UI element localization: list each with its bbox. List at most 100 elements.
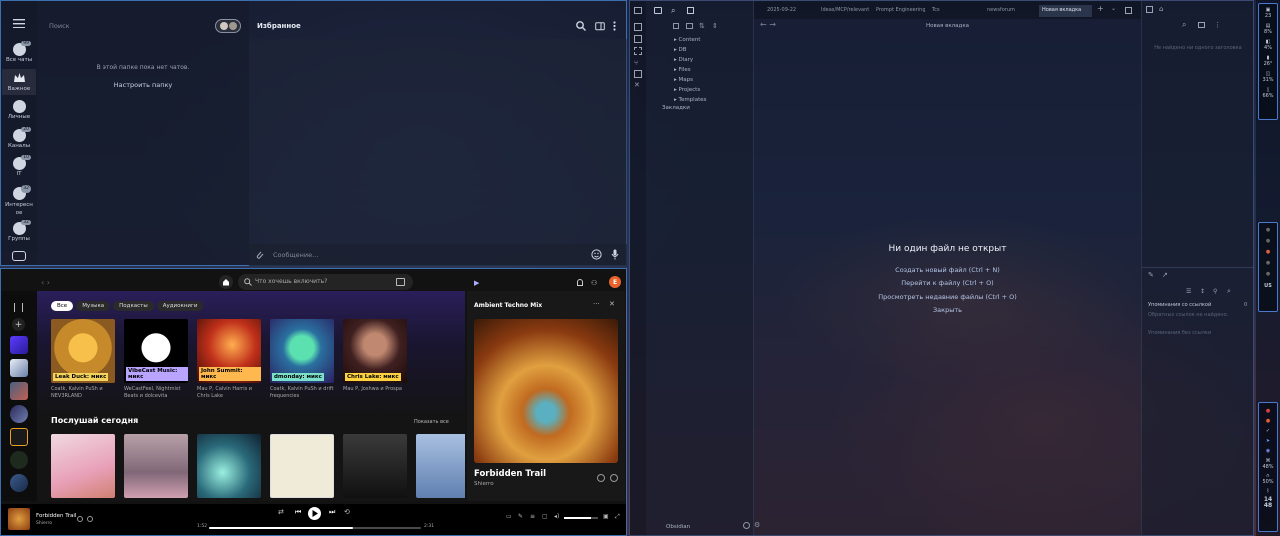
workspace-dot[interactable]: ●	[1259, 271, 1277, 277]
emoji-icon[interactable]	[591, 249, 602, 260]
mix-card[interactable]: Leak Duck: микс	[51, 319, 115, 383]
track-artist[interactable]: Shierro	[474, 481, 494, 487]
device-icon[interactable]: ▢	[542, 513, 548, 520]
folder-channels[interactable]: 20 Каналы	[2, 127, 36, 149]
bookmarks-section[interactable]: Закладки	[662, 105, 690, 111]
tag-icon[interactable]: ⌂	[1159, 5, 1163, 13]
chip-all[interactable]: Все	[51, 301, 74, 311]
folder-interesting[interactable]: 32 Интересн ое	[2, 185, 36, 217]
tab[interactable]: Prompt Engineering	[873, 5, 925, 17]
tree-folder[interactable]: ▸ Templates	[674, 97, 706, 103]
folder-important[interactable]: Важное	[2, 69, 36, 95]
story-avatars[interactable]	[215, 19, 241, 33]
browse-icon[interactable]	[396, 278, 405, 286]
archive-icon[interactable]	[12, 251, 26, 261]
list-icon[interactable]: ☰	[1186, 288, 1191, 295]
remove-icon[interactable]	[597, 474, 605, 482]
workspace-dot[interactable]: ●	[1259, 238, 1277, 244]
workspace-dot[interactable]: ●	[1259, 260, 1277, 266]
album-card[interactable]	[51, 434, 115, 498]
mini-track-artist[interactable]: Shierro	[36, 521, 52, 526]
volume-slider[interactable]	[564, 517, 598, 519]
outline-icon[interactable]	[1146, 6, 1153, 13]
filter-icon[interactable]: ⚲	[1213, 288, 1217, 295]
sort-icon[interactable]: ⇅	[699, 22, 705, 30]
mix-card[interactable]: Chris Lake: микс	[343, 319, 407, 383]
playlist-thumb[interactable]	[10, 382, 28, 400]
backlinks-tab-icon[interactable]: ✎	[1148, 271, 1154, 279]
folder-it[interactable]: 10 IT	[2, 155, 36, 177]
tools-icon[interactable]: ✕	[634, 81, 640, 89]
lyrics-icon[interactable]: ✎	[518, 513, 523, 520]
album-card[interactable]	[270, 434, 334, 498]
artist-thumb[interactable]	[10, 405, 28, 423]
tab-active[interactable]: Новая вкладка	[1039, 5, 1092, 17]
more-vertical-icon[interactable]: ⋮	[1214, 21, 1221, 29]
mix-card[interactable]: John Summit: микс	[197, 319, 261, 383]
bluetooth-icon[interactable]: ᛒ	[1259, 488, 1277, 494]
help-icon[interactable]	[743, 522, 750, 529]
chip-music[interactable]: Музыка	[76, 301, 111, 311]
progress-track[interactable]	[209, 527, 421, 529]
folder-all-chats[interactable]: 99 Все чаты	[2, 41, 36, 63]
artist-thumb[interactable]	[10, 451, 28, 469]
miniplayer-icon[interactable]: ▣	[603, 513, 609, 520]
playlist-thumb[interactable]	[10, 336, 28, 354]
previous-icon[interactable]: ⏮	[295, 508, 301, 517]
play-button[interactable]	[308, 507, 321, 520]
tab[interactable]: 2025-09-22	[764, 5, 814, 17]
vault-name[interactable]: Obsidian	[666, 524, 690, 530]
queue-icon[interactable]: ≡	[530, 513, 535, 520]
remove-icon[interactable]	[77, 516, 83, 522]
album-card[interactable]	[343, 434, 407, 498]
now-playing-view-icon[interactable]: ▭	[506, 513, 512, 520]
telegram-tray-icon[interactable]: ➤	[1259, 438, 1277, 444]
tab[interactable]: Ideas/MCP/relevant	[818, 5, 870, 17]
new-folder-icon[interactable]	[686, 23, 693, 29]
search-icon[interactable]: ⌕	[1182, 20, 1186, 30]
mix-card[interactable]: dmonday: микс	[270, 319, 334, 383]
chip-audiobooks[interactable]: Аудиокниги	[156, 301, 204, 311]
tab[interactable]: Tcs	[929, 5, 981, 17]
playlist-thumb[interactable]	[10, 428, 28, 446]
folder-groups[interactable]: 32 Группы	[2, 220, 36, 242]
home-icon[interactable]	[219, 275, 233, 289]
album-card[interactable]	[416, 434, 465, 498]
folder-icon[interactable]	[654, 7, 662, 14]
mini-track-title[interactable]: Forbidden Trail	[36, 513, 76, 519]
right-sidebar-toggle-icon[interactable]	[1125, 7, 1132, 14]
outgoing-links-icon[interactable]: ↗	[1162, 271, 1168, 279]
show-all-link[interactable]: Показать все	[414, 419, 449, 425]
menu-icon[interactable]	[13, 19, 25, 28]
volume-value[interactable]: 50%	[1259, 479, 1277, 485]
tab-list-icon[interactable]: ⌄	[1111, 5, 1116, 12]
new-note-icon[interactable]	[673, 23, 679, 29]
tab[interactable]: newsforum	[984, 5, 1036, 17]
search-input[interactable]: Поиск	[49, 22, 70, 30]
close-action[interactable]: Закрыть	[754, 306, 1141, 314]
git-icon[interactable]: ⑂	[634, 59, 638, 67]
tray-check-icon[interactable]: ✓	[1259, 428, 1277, 434]
panel-icon[interactable]	[1198, 22, 1205, 28]
tray-app-icon[interactable]: ●	[1259, 418, 1277, 424]
library-icon[interactable]	[14, 303, 23, 312]
more-vertical-icon[interactable]	[613, 21, 616, 31]
album-card[interactable]	[197, 434, 261, 498]
volume-icon[interactable]: ◂)	[554, 513, 559, 520]
keyboard-layout[interactable]: US	[1259, 283, 1277, 289]
mix-card[interactable]: VibeCast Music: микс	[124, 319, 188, 383]
discord-tray-icon[interactable]: ◉	[1259, 448, 1277, 454]
recent-files-action[interactable]: Просмотреть недавние файлы (Ctrl + O)	[754, 293, 1141, 301]
search-box[interactable]: Что хочешь включить?	[238, 274, 413, 290]
tree-folder[interactable]: ▸ Diary	[674, 57, 693, 63]
track-title[interactable]: Forbidden Trail	[474, 469, 546, 479]
tree-folder[interactable]: ▸ DB	[674, 47, 687, 53]
repeat-icon[interactable]: ⟲	[344, 508, 350, 516]
canvas-icon[interactable]	[634, 23, 642, 31]
friends-icon[interactable]: ⚇	[591, 279, 599, 287]
tree-folder[interactable]: ▸ Maps	[674, 77, 693, 83]
template-icon[interactable]	[634, 70, 642, 78]
sidebar-toggle-icon[interactable]	[595, 21, 605, 31]
playlist-thumb[interactable]	[10, 359, 28, 377]
collapse-icon[interactable]: ⇕	[712, 22, 718, 30]
